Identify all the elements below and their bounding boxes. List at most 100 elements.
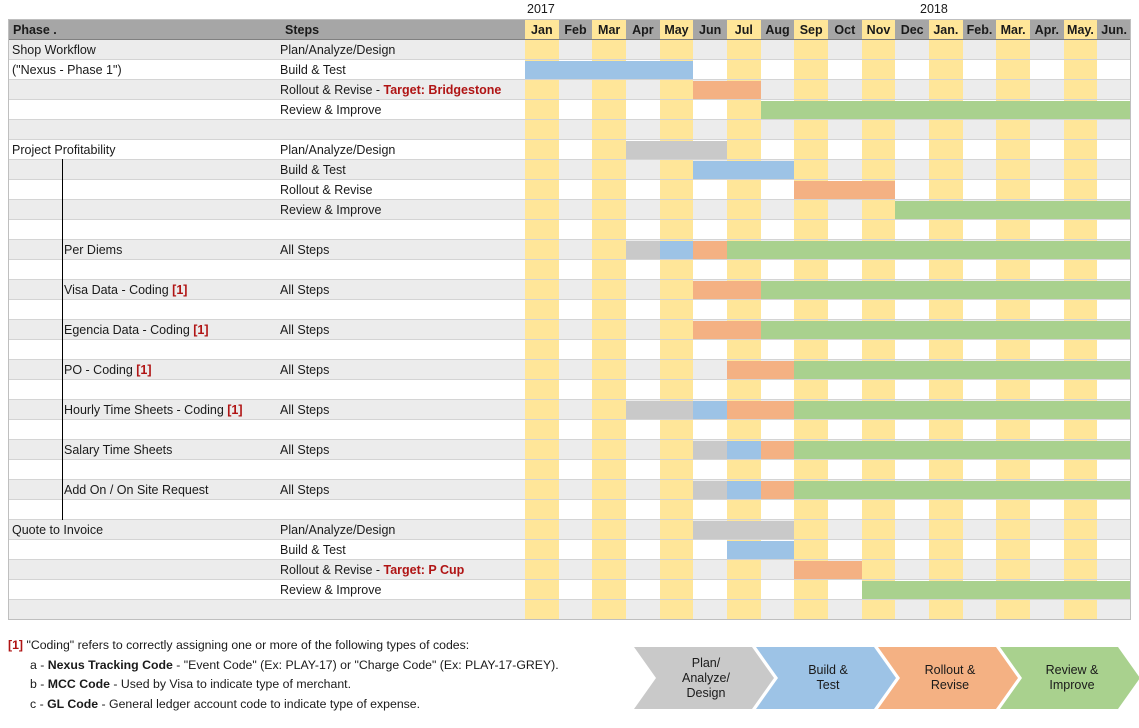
footnote-line: c - GL Code - General ledger account cod… [8,695,628,715]
timeline-cell [828,260,862,280]
legend-chevron-label: Build & Test [800,663,852,693]
timeline-cell [558,220,593,240]
gantt-bar-gray[interactable] [626,141,727,159]
timeline-cell [592,160,626,180]
phase-legend: Plan/Analyze/Design Build & Test Rollout & R… [634,647,1134,709]
gantt-bar-green[interactable] [794,401,1131,419]
timeline-cell [929,40,963,60]
row-label-zone: Quote to Invoice Plan/Analyze/Design [8,520,525,540]
gantt-bar-orange[interactable] [693,81,761,99]
gantt-bar-blue[interactable] [727,541,795,559]
timeline-cell [1030,40,1064,60]
gantt-bar-blue[interactable] [525,61,694,79]
timeline-cell [558,520,593,540]
gantt-bar-blue[interactable] [659,241,694,259]
timeline-cell [525,40,559,60]
month-header-cell: Feb [558,19,593,40]
gantt-bar-gray[interactable] [626,401,694,419]
footnote-text: - Used by Visa to indicate type of merch… [109,677,352,691]
gantt-bar-orange[interactable] [693,241,727,259]
gantt-bar-orange[interactable] [794,561,862,579]
timeline-stripes [525,80,1131,100]
timeline-cell [626,560,660,580]
gantt-bar-blue[interactable] [693,161,795,179]
target-label: Target: P Cup [383,563,465,577]
gantt-bar-orange[interactable] [693,321,761,339]
timeline-cell [558,480,593,500]
timeline-stripes [525,380,1131,400]
timeline-cell [861,60,896,80]
gantt-bar-blue[interactable] [693,401,727,419]
year-label: 2017 [527,2,555,16]
legend-chevron[interactable]: Review & Improve [1000,647,1139,709]
timeline-cell [794,500,828,520]
legend-chevron[interactable]: Build & Test [756,647,896,709]
timeline-cell [592,260,626,280]
gantt-bar-gray[interactable] [693,441,727,459]
gantt-bar-orange[interactable] [693,281,761,299]
gantt-bar-orange[interactable] [727,361,795,379]
timeline-cell [727,500,761,520]
timeline-cell [592,280,626,300]
timeline-cell [828,200,862,220]
timeline-cell [659,200,694,220]
gantt-bar-orange[interactable] [760,441,795,459]
timeline-cell [693,380,727,400]
timeline-cell [1030,220,1064,240]
gantt-bar-blue[interactable] [727,481,761,499]
timeline-cell [895,80,929,100]
timeline-cell [861,600,896,620]
subprocess-label: Hourly Time Sheets - Coding [1] [64,400,243,420]
timeline-stripes [525,160,1131,180]
timeline-cell [828,520,862,540]
timeline-cell [525,220,559,240]
step-label: Plan/Analyze/Design [280,140,395,160]
timeline-cell [525,100,559,120]
timeline-cell [962,300,997,320]
gantt-bar-green[interactable] [861,581,1131,599]
table-row [0,380,1139,400]
timeline-cell [1063,160,1098,180]
legend-chevron[interactable]: Rollout & Revise [878,647,1018,709]
step-label-text: Rollout & Revise - [280,83,384,97]
timeline-cell [895,180,929,200]
gantt-bar-orange[interactable] [794,181,896,199]
row-label-zone [8,460,525,480]
gantt-bar-green[interactable] [760,281,1131,299]
gantt-bar-orange[interactable] [760,481,795,499]
step-label: Review & Improve [280,580,381,600]
timeline-cell [727,260,761,280]
gantt-bar-green[interactable] [760,101,1131,119]
gantt-bar-gray[interactable] [693,481,727,499]
timeline-cell [626,500,660,520]
timeline-cell [1030,560,1064,580]
timeline-cell [525,460,559,480]
timeline-cell [1030,420,1064,440]
timeline-cell [1063,140,1098,160]
timeline-cell [592,540,626,560]
gantt-bar-green[interactable] [760,321,1131,339]
gantt-bar-blue[interactable] [727,441,761,459]
timeline-cell [929,520,963,540]
gantt-bar-gray[interactable] [693,521,795,539]
timeline-cell [895,220,929,240]
step-label-text: Review & Improve [280,103,382,117]
gantt-bar-green[interactable] [895,201,1131,219]
timeline-cell [996,300,1030,320]
year-label: 2018 [920,2,948,16]
timeline-stripes [525,580,1131,600]
timeline-cell [1063,380,1098,400]
timeline-cell [525,400,559,420]
gantt-bar-green[interactable] [794,361,1131,379]
gantt-bar-gray[interactable] [626,241,660,259]
row-label-zone: Visa Data - Coding [1] All Steps [8,280,525,300]
legend-chevron[interactable]: Plan/Analyze/Design [634,647,774,709]
timeline-cell [693,120,727,140]
gantt-bar-green[interactable] [794,441,1131,459]
timeline-cell [996,80,1030,100]
subprocess-label: PO - Coding [1] [64,360,152,380]
gantt-bar-green[interactable] [794,481,1131,499]
timeline-cell [626,540,660,560]
gantt-bar-orange[interactable] [727,401,795,419]
gantt-bar-green[interactable] [727,241,1131,259]
